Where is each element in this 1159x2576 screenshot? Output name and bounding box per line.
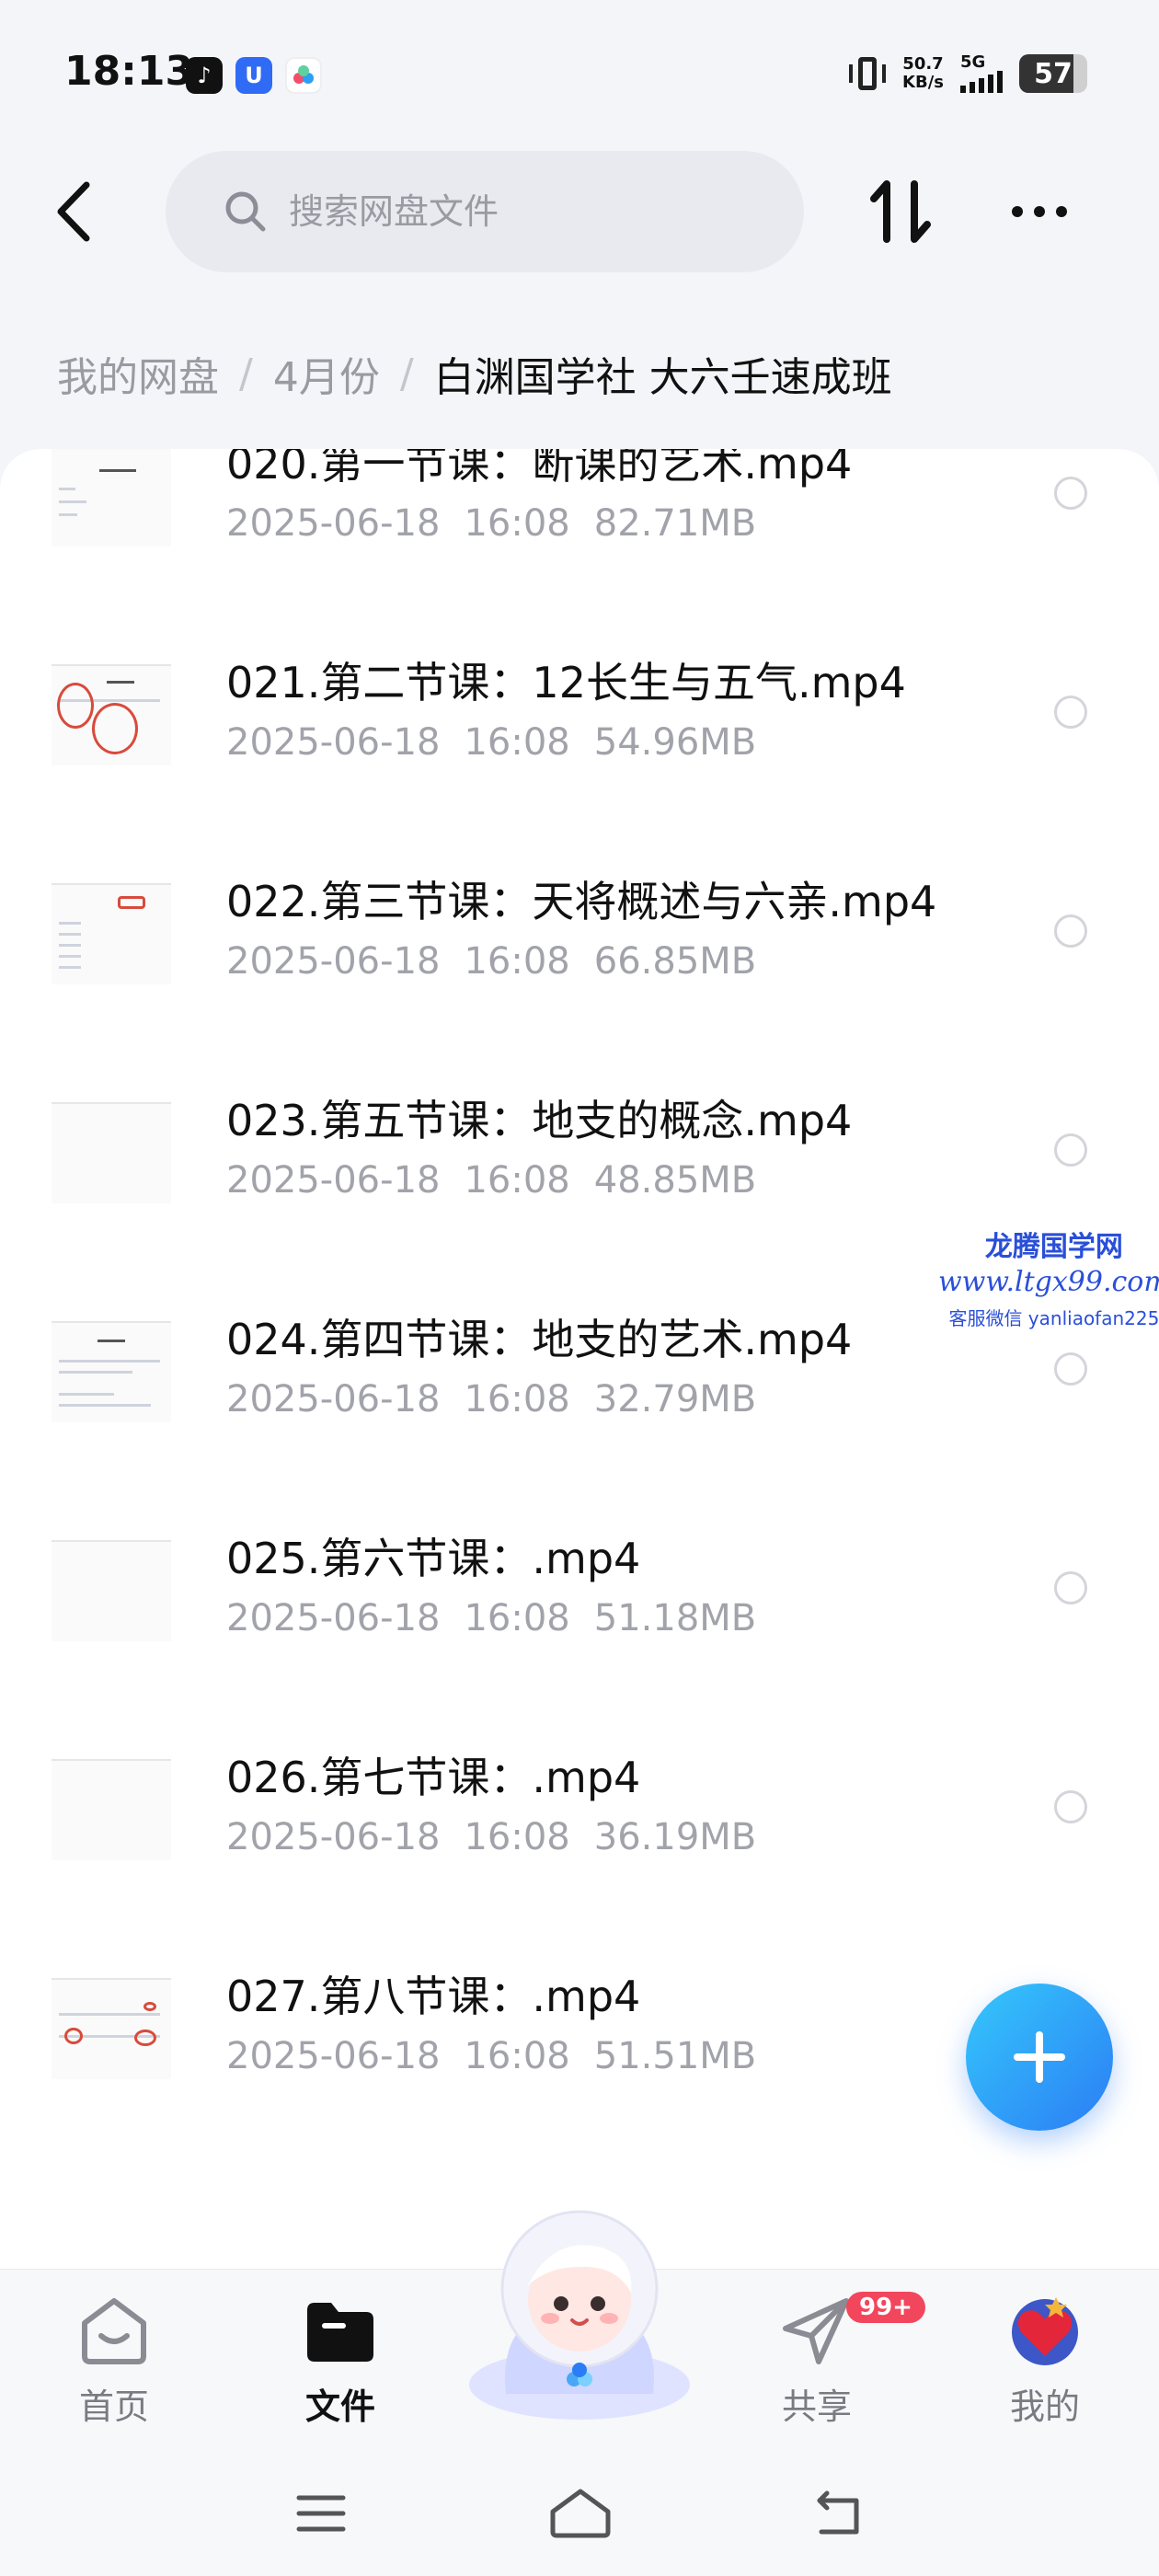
file-meta: 2025-06-18 16:08 54.96MB xyxy=(226,721,757,764)
search-bar[interactable] xyxy=(166,151,804,272)
file-meta: 2025-06-18 16:08 82.71MB xyxy=(226,502,757,545)
back-arrow-icon xyxy=(57,181,90,242)
video-thumbnail xyxy=(52,1540,171,1641)
heart-avatar-icon xyxy=(1012,2297,1078,2365)
file-meta: 2025-06-18 16:08 51.51MB xyxy=(226,2035,757,2077)
breadcrumb-current: 白渊国学社 大六壬速成班 xyxy=(433,354,892,401)
file-name: 022.第三节课：天将概述与六亲.mp4 xyxy=(226,877,937,926)
file-name: 025.第六节课：.mp4 xyxy=(226,1534,641,1583)
select-checkbox[interactable] xyxy=(1054,914,1087,948)
file-row[interactable]: 026.第七节课：.mp4 2025-06-18 16:08 36.19MB xyxy=(0,1704,1159,1923)
file-name: 021.第二节课：12长生与五气.mp4 xyxy=(226,658,906,707)
signal-icon: 5G xyxy=(960,54,1003,93)
nav-label: 我的 xyxy=(1009,2386,1080,2427)
file-meta: 2025-06-18 16:08 51.18MB xyxy=(226,1597,757,1639)
watermark-site: www.ltgx99.com xyxy=(938,1266,1159,1298)
file-row[interactable]: 020.第一节课：断课的艺术.mp4 2025-06-18 16:08 82.71M… xyxy=(0,449,1159,609)
select-checkbox[interactable] xyxy=(1054,1571,1087,1604)
nav-mine[interactable]: 我的 xyxy=(971,2292,1119,2429)
paper-plane-icon xyxy=(783,2298,849,2364)
file-row[interactable]: 021.第二节课：12长生与五气.mp4 2025-06-18 16:08 54.9… xyxy=(0,609,1159,828)
mascot-icon xyxy=(469,2210,690,2420)
sort-button[interactable] xyxy=(868,175,933,248)
nav-home[interactable]: 首页 xyxy=(40,2292,188,2429)
status-time: 18:13 xyxy=(64,48,194,95)
battery-icon: 57 xyxy=(1019,54,1087,93)
file-meta: 2025-06-18 16:08 32.79MB xyxy=(226,1378,757,1420)
vibrate-icon xyxy=(849,53,887,94)
system-menu-button[interactable] xyxy=(280,2477,362,2550)
select-checkbox[interactable] xyxy=(1054,1352,1087,1386)
breadcrumb-item-root[interactable]: 我的网盘 xyxy=(57,344,219,403)
video-thumbnail xyxy=(52,1102,171,1203)
breadcrumb-item-month[interactable]: 4月份 xyxy=(273,344,380,403)
notification-badge: 99+ xyxy=(846,2292,925,2323)
network-speed: 50.7 KB/s xyxy=(902,54,944,92)
breadcrumb-separator: / xyxy=(239,350,253,397)
home-outline-icon xyxy=(550,2489,611,2538)
video-thumbnail xyxy=(52,883,171,984)
video-thumbnail xyxy=(52,1321,171,1422)
folder-icon xyxy=(307,2303,373,2362)
more-button[interactable] xyxy=(1003,184,1076,239)
video-thumbnail xyxy=(52,664,171,765)
sort-icon xyxy=(870,180,931,243)
nav-share[interactable]: 99+ 共享 xyxy=(743,2292,925,2429)
back-button[interactable] xyxy=(44,175,103,248)
file-name: 023.第五节课：地支的概念.mp4 xyxy=(226,1096,853,1145)
plus-icon xyxy=(1014,2031,1065,2083)
file-name: 020.第一节课：断课的艺术.mp4 xyxy=(226,449,853,489)
file-meta: 2025-06-18 16:08 36.19MB xyxy=(226,1816,757,1858)
file-row[interactable]: 025.第六节课：.mp4 2025-06-18 16:08 51.18MB xyxy=(0,1485,1159,1704)
nav-label: 首页 xyxy=(78,2386,149,2427)
tiktok-icon: ♪ xyxy=(186,57,223,94)
select-checkbox[interactable] xyxy=(1054,1133,1087,1167)
nav-label: 共享 xyxy=(781,2386,852,2427)
search-input[interactable] xyxy=(289,191,730,232)
mascot-assistant-button[interactable] xyxy=(460,2201,699,2421)
file-name: 027.第八节课：.mp4 xyxy=(226,1972,641,2021)
nav-files[interactable]: 文件 xyxy=(267,2292,414,2429)
watermark: 龙腾国学网 www.ltgx99.com 客服微信 yanliaofan225 xyxy=(938,1224,1159,1330)
file-row[interactable]: 022.第三节课：天将概述与六亲.mp4 2025-06-18 16:08 66.8… xyxy=(0,828,1159,1047)
file-name: 024.第四节课：地支的艺术.mp4 xyxy=(226,1315,853,1364)
file-name: 026.第七节课：.mp4 xyxy=(226,1753,641,1802)
return-icon xyxy=(817,2490,859,2535)
more-icon xyxy=(1012,206,1023,217)
file-meta: 2025-06-18 16:08 66.85MB xyxy=(226,940,757,983)
system-back-button[interactable] xyxy=(798,2477,881,2550)
select-checkbox[interactable] xyxy=(1054,696,1087,729)
add-button[interactable] xyxy=(966,1984,1113,2131)
file-list-panel[interactable]: 020.第一节课：断课的艺术.mp4 2025-06-18 16:08 82.71M… xyxy=(0,449,1159,2271)
status-indicators: 50.7 KB/s 5G 57 xyxy=(849,53,1087,94)
select-checkbox[interactable] xyxy=(1054,477,1087,510)
video-thumbnail xyxy=(52,1978,171,2079)
select-checkbox[interactable] xyxy=(1054,1790,1087,1823)
search-icon xyxy=(225,191,266,232)
video-thumbnail xyxy=(52,1759,171,1860)
file-meta: 2025-06-18 16:08 48.85MB xyxy=(226,1159,757,1202)
system-nav-bar xyxy=(0,2453,1159,2576)
u-app-icon: U xyxy=(235,57,272,94)
system-home-button[interactable] xyxy=(539,2477,622,2550)
breadcrumb: 我的网盘 / 4月份 / 白渊国学社 大六壬速成班 xyxy=(57,344,892,403)
watermark-contact: 客服微信 yanliaofan225 xyxy=(948,1307,1159,1329)
status-bar: 18:13 ♪ U 50.7 KB/s 5G 57 xyxy=(0,0,1159,147)
menu-icon xyxy=(296,2495,346,2532)
nav-label: 文件 xyxy=(304,2386,375,2427)
home-icon xyxy=(82,2298,146,2364)
cloud-drive-icon xyxy=(285,57,322,94)
breadcrumb-separator: / xyxy=(399,350,414,397)
video-thumbnail xyxy=(52,449,171,546)
watermark-title: 龙腾国学网 xyxy=(984,1231,1123,1263)
